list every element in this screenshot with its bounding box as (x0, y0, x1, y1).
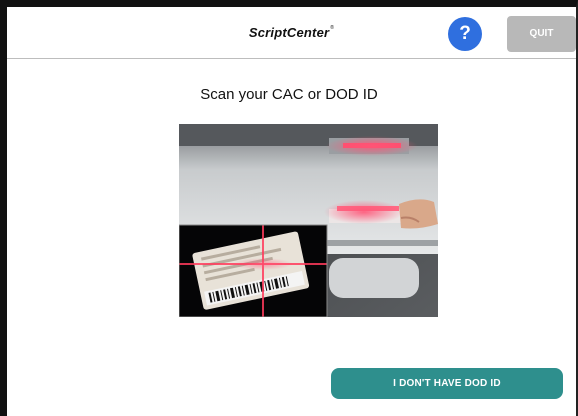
help-button[interactable]: ? (448, 17, 482, 51)
no-dod-id-button[interactable]: I DON'T HAVE DOD ID (331, 368, 563, 399)
app-header: ScriptCenter® ? QUIT (7, 7, 576, 59)
app-title: ScriptCenter® (248, 25, 335, 40)
scan-instruction: Scan your CAC or DOD ID (200, 86, 378, 103)
scanner-instruction-photo (179, 124, 438, 317)
quit-button[interactable]: QUIT (507, 16, 576, 52)
registered-mark: ® (330, 25, 335, 31)
